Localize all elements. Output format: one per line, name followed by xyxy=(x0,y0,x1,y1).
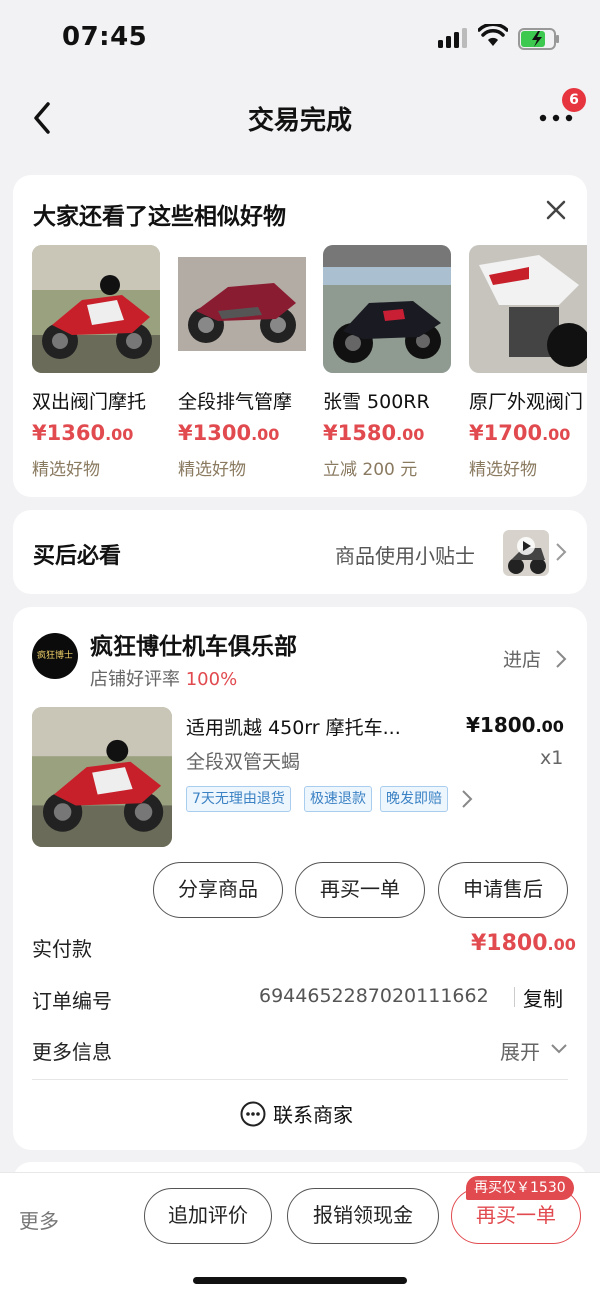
tag-late-compensation: 晚发即赔 xyxy=(380,786,448,812)
after-sale-button[interactable]: 申请售后 xyxy=(438,862,568,918)
more-info-label: 更多信息 xyxy=(32,1040,112,1064)
similar-item-image[interactable] xyxy=(469,245,587,373)
motorcycle-white-icon xyxy=(469,245,587,373)
order-item-price: ¥1800.00 xyxy=(466,713,564,737)
status-time: 07:45 xyxy=(62,22,148,52)
similar-section-title: 大家还看了这些相似好物 xyxy=(33,204,286,230)
shop-logo-text: 疯狂博士 xyxy=(36,651,73,661)
similar-item-price: ¥1700.00 xyxy=(469,421,570,445)
tag-fast-refund: 极速退款 xyxy=(304,786,372,812)
price-main: ¥1580 xyxy=(323,421,397,445)
rebuy-price-badge: 再买仅￥1530 xyxy=(466,1176,574,1200)
similar-item-name[interactable]: 全段排气管摩 xyxy=(178,387,310,414)
chevron-right-icon xyxy=(556,543,567,561)
home-indicator xyxy=(193,1277,407,1284)
price-decimal: .00 xyxy=(396,425,425,444)
price-decimal: .00 xyxy=(542,425,571,444)
rebuy-button[interactable]: 再买一单 xyxy=(295,862,425,918)
price-decimal: .00 xyxy=(251,425,280,444)
tag-return: 7天无理由退货 xyxy=(186,786,291,812)
price-decimal: .00 xyxy=(547,935,576,954)
motorcycle-red-icon xyxy=(32,245,160,373)
bottom-bar: 更多 追加评价 报销领现金 再买一单 再买仅￥1530 xyxy=(0,1172,600,1298)
chevron-right-icon[interactable] xyxy=(461,789,473,809)
shop-name[interactable]: 疯狂博仕机车俱乐部 xyxy=(90,627,297,661)
similar-item-price: ¥1360.00 xyxy=(32,421,133,445)
order-item-image[interactable] xyxy=(32,707,172,847)
similar-item-price: ¥1300.00 xyxy=(178,421,279,445)
close-icon[interactable] xyxy=(545,199,567,221)
motorcycle-black-icon xyxy=(323,245,451,373)
price-decimal: .00 xyxy=(105,425,134,444)
similar-item-name[interactable]: 原厂外观阀门 xyxy=(469,387,587,414)
expand-button[interactable]: 展开 xyxy=(500,1036,540,1065)
price-main: ¥1800 xyxy=(471,931,548,956)
motorcycle-maroon-icon xyxy=(178,245,306,373)
similar-item-sub: 精选好物 xyxy=(469,460,537,480)
similar-item-image[interactable] xyxy=(32,245,160,373)
chevron-down-icon xyxy=(551,1044,567,1054)
similar-item-image[interactable] xyxy=(178,245,306,373)
shop-rating-value: 100% xyxy=(185,669,238,690)
price-decimal: .00 xyxy=(535,717,564,736)
similar-item-image[interactable] xyxy=(323,245,451,373)
more-menu-icon[interactable] xyxy=(538,112,574,124)
shop-rating: 店铺好评率 100% xyxy=(90,665,237,691)
order-no-value: 6944652287020111662 xyxy=(259,985,489,1007)
order-card: 疯狂博士 疯狂博仕机车俱乐部 店铺好评率 100% 进店 适用凯越 450rr … xyxy=(13,607,587,1150)
copy-button[interactable]: 复制 xyxy=(523,983,563,1012)
chat-bubble-icon xyxy=(240,1101,266,1127)
motorcycle-red-icon xyxy=(32,707,172,847)
shop-logo[interactable]: 疯狂博士 xyxy=(32,633,78,679)
video-thumbnail[interactable] xyxy=(503,530,549,576)
page-title: 交易完成 xyxy=(247,106,352,136)
similar-item-price: ¥1580.00 xyxy=(323,421,424,445)
share-button[interactable]: 分享商品 xyxy=(153,862,283,918)
expand-label: 展开 xyxy=(500,1040,540,1064)
similar-item-sub: 立减 200 元 xyxy=(323,460,418,480)
add-review-button[interactable]: 追加评价 xyxy=(144,1188,272,1244)
order-item-spec: 全段双管天蝎 xyxy=(186,751,301,773)
similar-items-card: 大家还看了这些相似好物 双出阀门摩托 ¥1360.00 精选好物 全段排气管摩 … xyxy=(13,175,587,497)
usage-tips-label[interactable]: 商品使用小贴士 xyxy=(335,540,475,569)
price-main: ¥1300 xyxy=(178,421,252,445)
price-main: ¥1360 xyxy=(32,421,106,445)
notification-badge: 6 xyxy=(562,88,586,112)
after-purchase-card[interactable]: 买后必看 商品使用小贴士 xyxy=(13,510,587,594)
enter-shop-label: 进店 xyxy=(503,649,542,671)
divider xyxy=(32,1079,568,1080)
price-main: ¥1700 xyxy=(469,421,543,445)
contact-seller-label: 联系商家 xyxy=(273,1103,353,1127)
wifi-icon xyxy=(478,24,508,46)
divider xyxy=(514,987,515,1007)
enter-shop-link[interactable]: 进店 xyxy=(503,645,541,672)
after-purchase-title: 买后必看 xyxy=(33,544,122,569)
price-main: ¥1800 xyxy=(466,713,536,737)
signal-icon xyxy=(438,28,467,48)
shop-rating-label: 店铺好评率 xyxy=(90,669,180,690)
chevron-right-icon xyxy=(556,650,567,668)
battery-icon xyxy=(518,28,559,50)
play-icon xyxy=(508,537,546,574)
similar-item-name[interactable]: 张雪 500RR xyxy=(323,387,455,414)
similar-item-name[interactable]: 双出阀门摩托 xyxy=(32,387,164,414)
similar-item-sub: 精选好物 xyxy=(178,460,246,480)
order-item-title[interactable]: 适用凯越 450rr 摩托车... xyxy=(186,713,446,740)
paid-amount: ¥1800.00 xyxy=(471,931,576,956)
order-no-label: 订单编号 xyxy=(32,989,112,1013)
similar-item-sub: 精选好物 xyxy=(32,460,100,480)
more-button[interactable]: 更多 xyxy=(19,1205,59,1234)
cashback-button[interactable]: 报销领现金 xyxy=(287,1188,439,1244)
order-item-qty: x1 xyxy=(540,747,564,769)
paid-label: 实付款 xyxy=(32,937,92,961)
